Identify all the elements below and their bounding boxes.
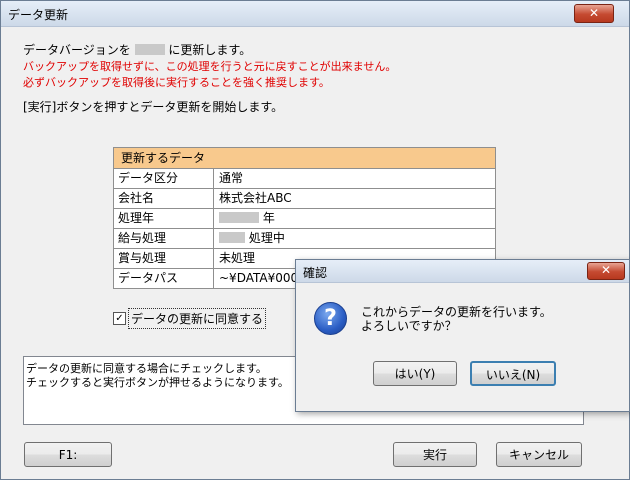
- row-label: 賞与処理: [114, 249, 214, 268]
- window-titlebar: データ更新 ✕: [1, 1, 629, 27]
- agree-label[interactable]: データの更新に同意する: [128, 308, 267, 329]
- instruction-text: [実行]ボタンを押すとデータ更新を開始します。: [23, 100, 284, 114]
- yes-button[interactable]: はい(Y): [373, 361, 457, 386]
- version-line: データバージョンを に更新します。: [23, 41, 251, 58]
- redacted-version: [134, 44, 165, 55]
- warning-line-2: 必ずバックアップを取得後に実行することを強く推奨します。: [23, 76, 330, 89]
- close-icon: ✕: [600, 263, 612, 277]
- row-label: 給与処理: [114, 229, 214, 248]
- window-close-button[interactable]: ✕: [574, 4, 614, 23]
- row-label: 処理年: [114, 209, 214, 228]
- row-value: 株式会社ABC: [219, 191, 292, 205]
- warning-line-1: バックアップを取得せずに、この処理を行うと元に戻すことが出来ません。: [23, 60, 397, 73]
- row-value: 未処理: [219, 251, 256, 265]
- run-button[interactable]: 実行: [393, 442, 477, 467]
- row-label: データパス: [114, 269, 214, 288]
- cancel-button[interactable]: キャンセル: [496, 442, 582, 467]
- version-suffix: に更新します。: [168, 43, 252, 57]
- row-value-wrap: 年: [214, 209, 275, 228]
- check-icon: ✓: [115, 313, 124, 324]
- row-value: 通常: [219, 171, 244, 185]
- row-label: 会社名: [114, 189, 214, 208]
- row-value: 年: [262, 211, 275, 225]
- agree-checkbox[interactable]: ✓: [113, 312, 126, 325]
- dialog-titlebar: 確認 ✕: [296, 260, 629, 283]
- dialog-message-2: よろしいですか？: [361, 319, 457, 333]
- row-value: ~¥DATA¥0001: [219, 271, 306, 285]
- close-icon: ✕: [588, 6, 600, 20]
- redacted-period: [219, 232, 245, 243]
- redacted-year: [219, 212, 259, 223]
- dialog-title: 確認: [303, 266, 328, 280]
- table-row: 処理年 年: [114, 209, 495, 229]
- confirm-dialog: 確認 ✕ ? これからデータの更新を行います。 よろしいですか？ はい(Y) い…: [295, 259, 630, 412]
- f1-button[interactable]: F1:: [24, 442, 112, 467]
- table-row: 会社名 株式会社ABC: [114, 189, 495, 209]
- no-button[interactable]: いいえ(N): [470, 361, 556, 386]
- version-prefix: データバージョンを: [23, 43, 131, 57]
- table-row: 給与処理 処理中: [114, 229, 495, 249]
- row-value-wrap: 処理中: [214, 229, 285, 248]
- table-row: データ区分 通常: [114, 169, 495, 189]
- question-icon: ?: [314, 302, 347, 335]
- window-title: データ更新: [8, 8, 69, 22]
- row-label: データ区分: [114, 169, 214, 188]
- row-value: 処理中: [248, 231, 285, 245]
- table-header: 更新するデータ: [114, 148, 495, 169]
- dialog-close-button[interactable]: ✕: [587, 262, 625, 280]
